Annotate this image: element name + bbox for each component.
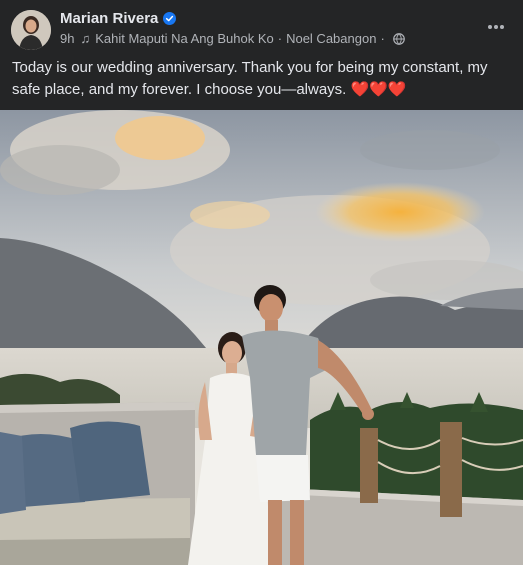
meta-separator: · xyxy=(380,31,385,46)
song-artist[interactable]: Noel Cabangon xyxy=(286,31,376,46)
music-note-icon: ♫ xyxy=(80,31,91,46)
heart-emojis: ❤️❤️❤️ xyxy=(350,81,407,98)
post-header: Marian Rivera 9h ♫ Kahit Maputi Na Ang B… xyxy=(0,0,523,54)
more-horizontal-icon xyxy=(488,25,504,29)
verified-badge-icon xyxy=(163,12,177,25)
more-options-button[interactable] xyxy=(483,14,509,40)
post-photo[interactable] xyxy=(0,110,523,565)
caption-text: Today is our wedding anniversary. Thank … xyxy=(12,59,488,98)
post-timestamp[interactable]: 9h xyxy=(60,31,74,46)
song-title[interactable]: Kahit Maputi Na Ang Buhok Ko xyxy=(95,31,274,46)
post-meta: 9h ♫ Kahit Maputi Na Ang Buhok Ko · Noel… xyxy=(60,31,405,46)
author-avatar[interactable] xyxy=(11,10,51,50)
facebook-post: Marian Rivera 9h ♫ Kahit Maputi Na Ang B… xyxy=(0,0,523,565)
author-row: Marian Rivera xyxy=(60,10,177,27)
post-caption: Today is our wedding anniversary. Thank … xyxy=(12,57,507,101)
meta-separator: · xyxy=(277,31,283,46)
author-name[interactable]: Marian Rivera xyxy=(60,10,158,27)
globe-icon[interactable] xyxy=(392,32,405,45)
